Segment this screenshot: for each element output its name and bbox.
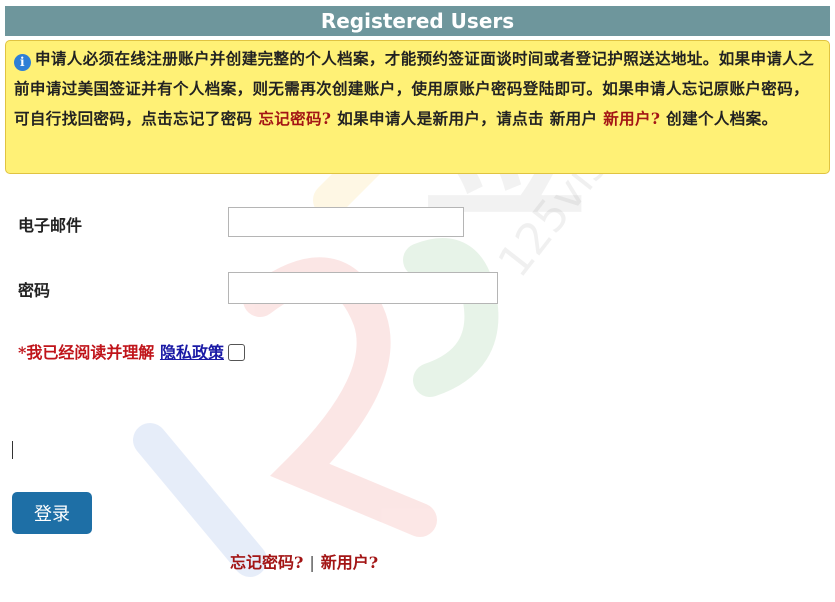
privacy-agreement: *我已经阅读并理解 隐私政策 [18, 339, 245, 363]
privacy-checkbox[interactable] [227, 344, 245, 361]
info-icon: i [14, 54, 31, 71]
notice-forgot-password-link[interactable]: 忘记密码? [258, 109, 331, 128]
email-input[interactable] [228, 207, 464, 237]
privacy-policy-link[interactable]: 隐私政策 [160, 343, 224, 362]
password-input[interactable] [228, 272, 498, 304]
notice-text-3: 创建个人档案。 [660, 109, 778, 128]
notice-text-2: 如果申请人是新用户，请点击 新用户 [331, 109, 604, 128]
info-notice: i 申请人必须在线注册账户并创建完整的个人档案，才能预约签证面谈时间或者登记护照送… [5, 40, 830, 174]
new-user-link[interactable]: 新用户? [321, 553, 378, 572]
bottom-links: 忘记密码? | 新用户? [230, 549, 378, 573]
page-header: Registered Users [5, 6, 830, 36]
text-cursor [12, 441, 13, 459]
privacy-prefix: *我已经阅读并理解 [18, 343, 155, 362]
link-separator: | [309, 553, 315, 572]
notice-new-user-link[interactable]: 新用户? [603, 109, 660, 128]
forgot-password-link[interactable]: 忘记密码? [230, 553, 303, 572]
email-label: 电子邮件 [18, 216, 83, 235]
password-label: 密码 [18, 281, 51, 300]
login-button[interactable]: 登录 [12, 492, 92, 534]
